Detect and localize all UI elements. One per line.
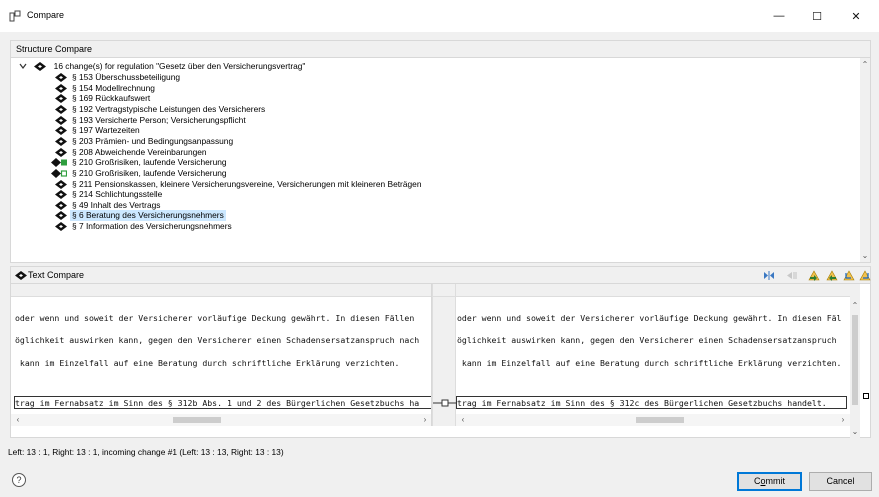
tree-item-label: § 153 Überschussbeteiligung [72,72,181,82]
right-line-1: oder wenn und soweit der Versicherer vor… [457,313,842,323]
left-line-2: öglichkeit auswirken kann, gegen den Ver… [15,335,420,345]
tree-item[interactable]: § 154 Modellrechnung [55,83,155,94]
help-icon[interactable]: ? [12,473,26,487]
left-line-4: trag im Fernabsatz im Sinn des § 312b Ab… [15,398,420,408]
status-text: Left: 13 : 1, Right: 13 : 1, incoming ch… [8,447,284,457]
left-scroll-thumb[interactable] [173,417,221,423]
tree-item[interactable]: § 197 Wartezeiten [55,125,140,136]
title-bar: Compare — ☐ ✕ [0,0,879,32]
left-text-pane[interactable]: oder wenn und soweit der Versicherer vor… [11,284,432,426]
tree-item-label: § 169 Rückkaufswert [72,93,151,104]
tree-item[interactable]: § 7 Information des Versicherungsnehmers [55,221,232,232]
tree-root-row[interactable]: 16 change(s) for regulation "Gesetz über… [19,61,305,72]
scroll-right-arrow-icon[interactable]: › [838,415,848,424]
tree-item-label: § 154 Modellrechnung [72,82,155,93]
text-compare-header: Text Compare [11,267,871,284]
close-button[interactable]: ✕ [839,0,873,32]
scroll-up-arrow-icon[interactable]: ⌃ [860,60,870,69]
scroll-left-arrow-icon[interactable]: ‹ [458,415,468,424]
tree-item[interactable]: § 210 Großrisiken, laufende Versicherung [51,168,227,179]
tree-item-label: § 211 Pensionskassen, kleinere Versicher… [72,178,422,189]
right-pane-header [456,284,850,297]
tree-item[interactable]: § 211 Pensionskassen, kleinere Versicher… [55,179,421,190]
tree-item-label: § 197 Wartezeiten [72,125,140,136]
commit-button-label: Commit [753,476,785,486]
previous-difference-icon[interactable] [786,270,798,281]
right-line-3: kann im Einzelfall auf eine Beratung dur… [457,358,842,368]
structure-vertical-scrollbar[interactable]: ⌃ ⌄ [860,58,870,262]
right-text-pane[interactable]: oder wenn und soweit der Versicherer vor… [456,284,850,426]
tree-item-label: § 214 Schlichtungsstelle [72,189,163,200]
copy-right-to-left-icon[interactable] [826,270,838,281]
commit-button[interactable]: Commit [737,472,802,491]
diff-connector-ruler [432,284,457,426]
tree-item-label: § 192 Vertragstypische Leistungen des Ve… [72,103,266,114]
tree-item-label: § 193 Versicherte Person; Versicherungsp… [72,114,246,125]
tree-item[interactable]: § 208 Abweichende Vereinbarungen [55,147,207,158]
overview-ruler-marker[interactable] [863,393,869,399]
tree-item[interactable]: § 192 Vertragstypische Leistungen des Ve… [55,104,265,115]
diamond-change-icon [15,271,27,280]
minimize-button[interactable]: — [762,0,796,32]
text-compare-label: Text Compare [28,270,85,280]
maximize-button[interactable]: ☐ [800,0,834,32]
tree-item[interactable]: § 203 Prämien- und Bedingungsanpassung [55,136,233,147]
tree-item-label: § 210 Großrisiken, laufende Versicherung [72,167,227,178]
left-line-1: oder wenn und soweit der Versicherer vor… [15,313,415,323]
tree-item-label: § 49 Inhalt des Vertrags [72,199,161,210]
right-line-4: trag im Fernabsatz im Sinn des § 312c de… [457,398,827,408]
right-scroll-thumb[interactable] [636,417,684,423]
structure-compare-header: Structure Compare [11,41,870,58]
left-pane-header [11,284,431,297]
tree-item-label: § 208 Abweichende Vereinbarungen [72,146,207,157]
text-compare-vertical-scrollbar[interactable]: ⌃ ⌄ [850,284,860,438]
tree-item-label: § 210 Großrisiken, laufende Versicherung [72,157,227,168]
right-line-2: öglichkeit auswirken kann, gegen den Ver… [457,335,837,345]
tree-item[interactable]: § 193 Versicherte Person; Versicherungsp… [55,115,246,126]
tree-item[interactable]: § 6 Beratung des Versicherungsnehmers [55,210,226,222]
diff-connector-line [433,399,457,407]
diamond-change-icon [34,62,47,74]
right-horizontal-scrollbar[interactable]: ‹ › [456,414,850,426]
scroll-up-arrow-icon[interactable]: ⌃ [850,301,860,310]
structure-tree: 16 change(s) for regulation "Gesetz über… [11,58,860,262]
scroll-down-arrow-icon[interactable]: ⌄ [860,251,870,260]
tree-item-label: § 7 Information des Versicherungsnehmers [72,221,232,232]
tree-item[interactable]: § 210 Großrisiken, laufende Versicherung [51,157,227,168]
tree-item[interactable]: § 169 Rückkaufswert [55,93,150,104]
tree-root-label: 16 change(s) for regulation "Gesetz über… [53,61,306,71]
scroll-left-arrow-icon[interactable]: ‹ [13,415,23,424]
left-line-3: kann im Einzelfall auf eine Beratung dur… [15,358,400,368]
diamond-change-icon [55,222,67,234]
scroll-right-arrow-icon[interactable]: › [420,415,430,424]
scroll-down-arrow-icon[interactable]: ⌄ [850,427,860,436]
chevron-down-icon[interactable] [19,62,29,73]
next-change-icon[interactable] [843,270,855,281]
text-compare-panel: Text Compare oder wenn und soweit der Ve… [10,266,871,438]
tree-item[interactable]: § 214 Schlichtungsstelle [55,189,162,200]
copy-left-to-right-icon[interactable] [808,270,820,281]
tree-item[interactable]: § 49 Inhalt des Vertrags [55,200,160,211]
previous-change-icon[interactable] [859,270,871,281]
tree-item-label: § 6 Beratung des Versicherungsnehmers [70,210,226,222]
tree-item[interactable]: § 153 Überschussbeteiligung [55,72,180,83]
cancel-button[interactable]: Cancel [809,472,872,491]
left-horizontal-scrollbar[interactable]: ‹ › [11,414,431,426]
text-compare-scroll-thumb[interactable] [852,315,858,405]
structure-compare-panel: Structure Compare 16 change(s) for regul… [10,40,871,263]
compare-app-icon [9,10,21,22]
next-difference-icon[interactable] [763,270,775,281]
tree-item-label: § 203 Prämien- und Bedingungsanpassung [72,135,234,146]
window-title: Compare [27,10,65,20]
